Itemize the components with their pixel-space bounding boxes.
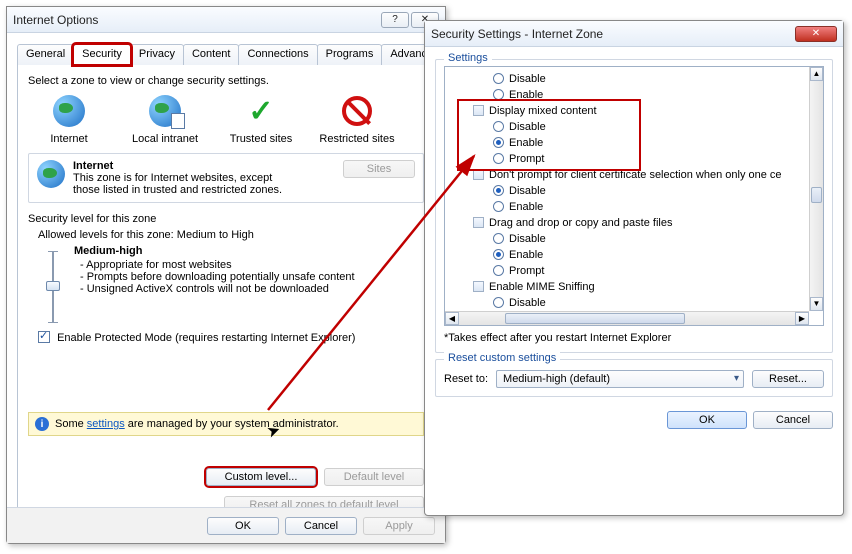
globe-doc-icon	[149, 95, 181, 127]
titlebar: Internet Options ? ✕	[7, 7, 445, 33]
highlight-box	[459, 101, 639, 169]
scroll-thumb[interactable]	[505, 313, 685, 324]
group-icon	[473, 281, 484, 292]
setting-option[interactable]: Disable	[451, 295, 819, 311]
security-level-label: Security level for this zone	[28, 213, 424, 225]
reset-combo[interactable]: Medium-high (default)	[496, 370, 744, 388]
setting-option[interactable]: Enable	[451, 247, 819, 263]
zone-description: Internet This zone is for Internet websi…	[28, 153, 424, 203]
allowed-levels: Allowed levels for this zone: Medium to …	[28, 225, 424, 241]
window-title: Internet Options	[13, 13, 379, 27]
info-bar: i Some settings are managed by your syst…	[28, 412, 424, 436]
restart-note: *Takes effect after you restart Internet…	[444, 332, 824, 344]
zone-internet[interactable]: Internet	[30, 93, 108, 145]
info-icon: i	[35, 417, 49, 431]
dialog-buttons: OK Cancel	[435, 411, 833, 429]
setting-group-label: Drag and drop or copy and paste files	[451, 215, 819, 231]
sites-button[interactable]: Sites	[343, 160, 415, 178]
zone-name: Internet	[73, 160, 335, 172]
globe-icon	[53, 95, 85, 127]
ok-button[interactable]: OK	[667, 411, 747, 429]
tab-content-area: Select a zone to view or change security…	[17, 65, 435, 525]
scroll-thumb[interactable]	[811, 187, 822, 203]
tab-programs[interactable]: Programs	[317, 44, 383, 65]
zone-local-intranet[interactable]: Local intranet	[126, 93, 204, 145]
radio-icon[interactable]	[493, 201, 504, 212]
zone-desc-text: This zone is for Internet websites, exce…	[73, 172, 293, 196]
custom-level-button[interactable]: Custom level...	[206, 468, 316, 486]
window-title: Security Settings - Internet Zone	[431, 27, 793, 41]
radio-icon[interactable]	[493, 265, 504, 276]
zone-trusted-sites[interactable]: ✓ Trusted sites	[222, 93, 300, 145]
setting-option[interactable]: Prompt	[451, 263, 819, 279]
scroll-up-icon[interactable]: ▲	[810, 67, 823, 81]
globe-icon	[37, 160, 65, 188]
radio-icon[interactable]	[493, 233, 504, 244]
horizontal-scrollbar[interactable]: ◀ ▶	[445, 311, 809, 325]
cancel-button[interactable]: Cancel	[753, 411, 833, 429]
level-description: Medium-high Appropriate for most website…	[74, 245, 355, 323]
reset-group: Reset custom settings Reset to: Medium-h…	[435, 359, 833, 397]
tab-strip: General Security Privacy Content Connect…	[17, 43, 435, 65]
scroll-left-icon[interactable]: ◀	[445, 312, 459, 325]
security-settings-dialog: Security Settings - Internet Zone ✕ Sett…	[424, 20, 844, 516]
close-button[interactable]: ✕	[795, 26, 837, 42]
radio-icon[interactable]	[493, 73, 504, 84]
group-icon	[473, 217, 484, 228]
reset-legend: Reset custom settings	[444, 352, 560, 364]
settings-legend: Settings	[444, 52, 492, 64]
default-level-button[interactable]: Default level	[324, 468, 424, 486]
help-button[interactable]: ?	[381, 12, 409, 28]
radio-icon[interactable]	[493, 89, 504, 100]
settings-group: Settings DisableEnableDisplay mixed cont…	[435, 59, 833, 353]
check-icon: ✓	[248, 94, 273, 129]
security-level-slider[interactable]	[44, 251, 62, 323]
tab-connections[interactable]: Connections	[238, 44, 317, 65]
scroll-right-icon[interactable]: ▶	[795, 312, 809, 325]
protected-mode-label: Enable Protected Mode (requires restarti…	[57, 332, 355, 344]
cancel-button[interactable]: Cancel	[285, 517, 357, 535]
tab-general[interactable]: General	[17, 44, 74, 65]
vertical-scrollbar[interactable]: ▲ ▼	[809, 67, 823, 311]
radio-icon[interactable]	[493, 297, 504, 308]
setting-option[interactable]: Disable	[451, 231, 819, 247]
no-icon	[342, 96, 372, 126]
zone-prompt: Select a zone to view or change security…	[28, 75, 424, 87]
tab-content[interactable]: Content	[183, 44, 240, 65]
settings-link[interactable]: settings	[87, 418, 125, 430]
tab-privacy[interactable]: Privacy	[130, 44, 184, 65]
setting-group-label: Enable MIME Sniffing	[451, 279, 819, 295]
setting-option[interactable]: Disable	[451, 71, 819, 87]
dialog-buttons: OK Cancel Apply	[7, 507, 445, 543]
reset-button[interactable]: Reset...	[752, 370, 824, 388]
apply-button[interactable]: Apply	[363, 517, 435, 535]
zone-restricted-sites[interactable]: Restricted sites	[318, 93, 396, 145]
ok-button[interactable]: OK	[207, 517, 279, 535]
titlebar: Security Settings - Internet Zone ✕	[425, 21, 843, 47]
group-icon	[473, 169, 484, 180]
radio-icon[interactable]	[493, 249, 504, 260]
radio-icon[interactable]	[493, 185, 504, 196]
settings-tree[interactable]: DisableEnableDisplay mixed contentDisabl…	[444, 66, 824, 326]
protected-mode-checkbox[interactable]	[38, 331, 50, 343]
setting-group-label: Don't prompt for client certificate sele…	[451, 167, 819, 183]
scroll-down-icon[interactable]: ▼	[810, 297, 823, 311]
reset-to-label: Reset to:	[444, 373, 488, 385]
internet-options-dialog: Internet Options ? ✕ General Security Pr…	[6, 6, 446, 544]
setting-option[interactable]: Enable	[451, 199, 819, 215]
setting-option[interactable]: Disable	[451, 183, 819, 199]
tab-security[interactable]: Security	[73, 44, 131, 65]
